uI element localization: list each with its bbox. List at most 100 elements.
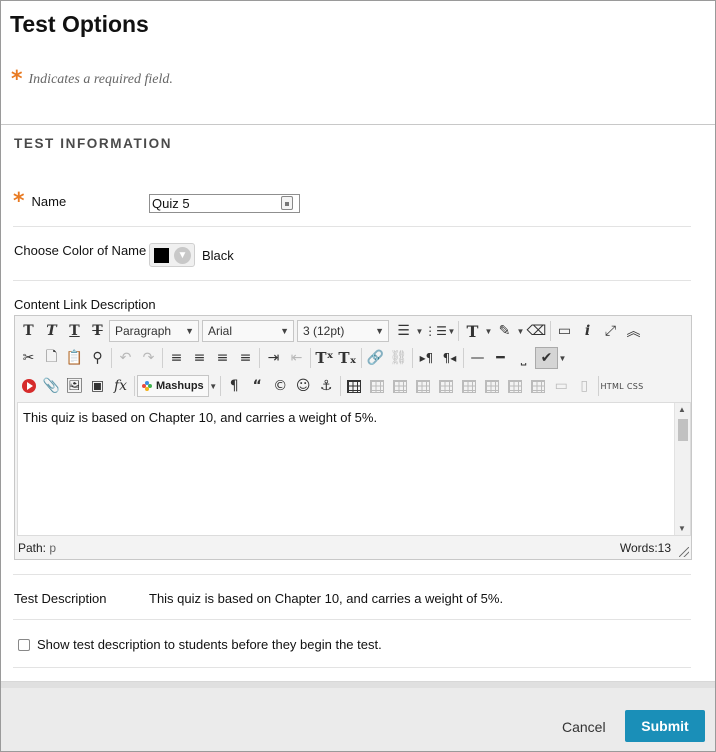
collapse-toolbar-icon[interactable]: ︽ (622, 320, 645, 342)
unlink-icon[interactable]: ⛓ (387, 347, 410, 369)
row-divider (13, 574, 691, 575)
insert-col-before-icon[interactable] (481, 375, 504, 397)
anchor-icon[interactable]: ⚓ (315, 375, 338, 397)
insert-row-after-icon[interactable] (435, 375, 458, 397)
size-select[interactable]: 3 (12pt) ▼ (297, 320, 389, 342)
split-cells-icon[interactable]: ▭ (550, 375, 573, 397)
toolbar-separator (339, 376, 341, 396)
link-icon[interactable]: 🔗 (364, 347, 387, 369)
underline-text-icon[interactable]: T (63, 320, 86, 342)
copyright-icon[interactable]: © (269, 375, 292, 397)
toolbar-separator (162, 348, 163, 368)
font-select[interactable]: Arial ▼ (202, 320, 294, 342)
name-input[interactable] (149, 194, 300, 213)
numbered-list-icon[interactable]: ⋮☰ (424, 320, 447, 342)
fullscreen-icon[interactable]: ⤢ (599, 320, 622, 342)
color-label: Choose Color of Name (14, 243, 147, 258)
toolbar-row-3: 📎 🖼 ▣ fx Mashups ▼ ¶ “ © ☺ ⚓ ▭ ▯ HTML CS… (17, 374, 647, 398)
toolbar-separator (412, 348, 413, 368)
chevron-down-icon: ▼ (185, 326, 194, 336)
path-value[interactable]: p (49, 541, 56, 555)
content-link-label: Content Link Description (14, 297, 156, 312)
indent-icon[interactable]: ⇥ (262, 347, 285, 369)
info-icon[interactable]: i (576, 320, 599, 342)
table-cell-props-icon[interactable] (389, 375, 412, 397)
format-select[interactable]: Paragraph ▼ (109, 320, 199, 342)
blockquote-icon[interactable]: “ (246, 375, 269, 397)
ltr-direction-icon[interactable]: ▸¶ (415, 347, 438, 369)
show-description-checkbox[interactable] (18, 638, 30, 651)
chevron-down-icon[interactable]: ▼ (447, 320, 456, 342)
preview-monitor-icon[interactable]: ▭ (553, 320, 576, 342)
attachment-icon[interactable]: 📎 (40, 375, 63, 397)
eraser-icon[interactable]: ⌫ (525, 320, 548, 342)
scroll-thumb[interactable] (678, 419, 688, 441)
format-select-value: Paragraph (115, 324, 172, 338)
superscript-icon[interactable]: Tˣ (313, 347, 336, 369)
row-divider (13, 280, 691, 281)
footer-divider (1, 682, 715, 688)
align-center-icon[interactable]: ≡ (188, 347, 211, 369)
thick-rule-icon[interactable]: ━ (489, 347, 512, 369)
undo-icon[interactable]: ↶ (114, 347, 137, 369)
emoticon-icon[interactable]: ☺ (292, 375, 315, 397)
insert-col-after-icon[interactable] (504, 375, 527, 397)
resize-handle-icon[interactable] (679, 547, 689, 557)
editor-content-area[interactable]: This quiz is based on Chapter 10, and ca… (17, 402, 691, 536)
youtube-icon[interactable] (17, 375, 40, 397)
chevron-down-icon: ▼ (174, 247, 191, 264)
cancel-button[interactable]: Cancel (552, 716, 616, 738)
text-color-icon[interactable]: T (461, 320, 484, 342)
video-icon[interactable]: ▣ (86, 375, 109, 397)
rtl-direction-icon[interactable]: ¶◂ (438, 347, 461, 369)
page-title: Test Options (10, 11, 149, 37)
chevron-down-icon[interactable]: ▼ (558, 347, 567, 369)
path-indicator: Path: p (18, 541, 56, 555)
scroll-down-icon[interactable]: ▼ (678, 524, 686, 533)
table-row-props-icon[interactable] (366, 375, 389, 397)
cut-icon[interactable]: ✂ (17, 347, 40, 369)
chevron-down-icon[interactable]: ▼ (516, 320, 525, 342)
copy-icon[interactable]: 🗋 (40, 347, 63, 369)
scroll-up-icon[interactable]: ▲ (678, 405, 686, 414)
image-icon[interactable]: 🖼 (63, 375, 86, 397)
outdent-icon[interactable]: ⇤ (285, 347, 308, 369)
insert-row-before-icon[interactable] (412, 375, 435, 397)
chevron-down-icon[interactable]: ▼ (484, 320, 493, 342)
delete-col-icon[interactable] (527, 375, 550, 397)
text-editor: T T T T Paragraph ▼ Arial ▼ 3 (12pt) ▼ ☰… (14, 315, 692, 560)
redo-icon[interactable]: ↷ (137, 347, 160, 369)
spellcheck-icon[interactable]: ✔ (535, 347, 558, 369)
bullet-list-icon[interactable]: ☰ (392, 320, 415, 342)
align-right-icon[interactable]: ≡ (211, 347, 234, 369)
toolbar-separator (219, 376, 221, 396)
editor-scrollbar[interactable]: ▲ ▼ (674, 403, 690, 535)
subscript-icon[interactable]: Tₓ (336, 347, 359, 369)
horizontal-rule-icon[interactable]: — (466, 347, 489, 369)
toolbar-row-1: T T T T Paragraph ▼ Arial ▼ 3 (12pt) ▼ ☰… (17, 319, 645, 343)
delete-row-icon[interactable] (458, 375, 481, 397)
merge-cells-icon[interactable]: ▯ (573, 375, 596, 397)
row-divider (13, 667, 691, 668)
bold-text-icon[interactable]: T (17, 320, 40, 342)
paste-icon[interactable]: 📋 (63, 347, 86, 369)
highlight-pen-icon[interactable]: ✎ (493, 320, 516, 342)
html-source-button[interactable]: HTML (600, 375, 624, 397)
submit-button[interactable]: Submit (625, 710, 705, 742)
strikethrough-text-icon[interactable]: T (86, 320, 109, 342)
show-description-option[interactable]: Show test description to students before… (18, 637, 382, 652)
mashups-button[interactable]: Mashups (137, 375, 209, 397)
align-justify-icon[interactable]: ≡ (234, 347, 257, 369)
chevron-down-icon[interactable]: ▼ (209, 375, 218, 397)
italic-text-icon[interactable]: T (40, 320, 63, 342)
nonbreaking-space-icon[interactable]: ⎵ (512, 347, 535, 369)
chevron-down-icon[interactable]: ▼ (415, 320, 424, 342)
paragraph-mark-icon[interactable]: ¶ (223, 375, 246, 397)
table-icon[interactable] (343, 375, 366, 397)
color-picker[interactable]: ▼ (149, 243, 195, 267)
formula-icon[interactable]: fx (109, 375, 132, 397)
align-left-icon[interactable]: ≡ (165, 347, 188, 369)
find-icon[interactable]: ⚲ (86, 347, 109, 369)
css-button[interactable]: CSS (624, 375, 647, 397)
editor-content-text: This quiz is based on Chapter 10, and ca… (23, 410, 378, 425)
